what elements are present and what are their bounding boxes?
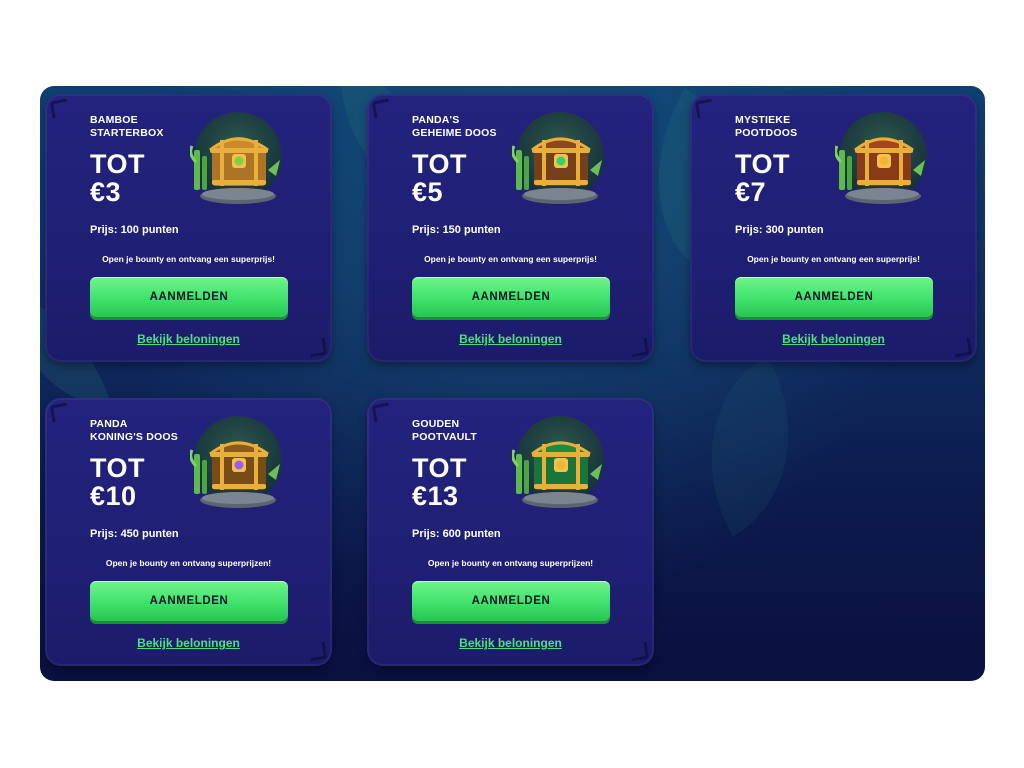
price-label: Prijs: 150 punten [412,224,501,236]
prize-amount: €13 [412,481,459,511]
box-title-line1: PANDA [90,418,128,430]
prize-value: TOT €7 [735,150,790,206]
prize-prefix: TOT [412,453,467,483]
prize-amount: €3 [90,177,122,207]
tagline: Open je bounty en ontvang een superprijs… [102,254,275,264]
jade-chest-icon [512,414,608,510]
box-title-line1: GOUDEN [412,418,460,430]
box-title: MYSTIEKE POOTDOOS [735,114,845,140]
view-rewards-link[interactable]: Bekijk beloningen [45,332,332,346]
view-rewards-link[interactable]: Bekijk beloningen [367,332,654,346]
background-leaf [663,355,837,537]
royal-chest-icon [190,414,286,510]
tagline: Open je bounty en ontvang superprijzen! [105,558,272,568]
box-title: PANDA'S GEHEIME DOOS [412,114,522,140]
box-title: GOUDEN POOTVAULT [412,418,522,444]
box-title-line2: STARTERBOX [90,127,164,139]
box-title-line2: KONING'S DOOS [90,431,178,443]
box-title-line2: GEHEIME DOOS [412,127,497,139]
box-title-line1: MYSTIEKE [735,114,791,126]
tagline: Open je bounty en ontvang superprijzen! [427,558,594,568]
prize-value: TOT €5 [412,150,467,206]
box-title-line1: PANDA'S [412,114,460,126]
prize-amount: €7 [735,177,767,207]
box-title-line2: POOTDOOS [735,127,798,139]
view-rewards-link[interactable]: Bekijk beloningen [45,636,332,650]
aanmelden-button[interactable]: AANMELDEN [412,277,610,317]
bounty-card-gouden-pootvault: GOUDEN POOTVAULT TOT €13 Prijs: 600 punt… [367,398,654,666]
wooden-chest-icon [190,110,286,206]
box-title-line2: POOTVAULT [412,431,477,443]
view-rewards-link[interactable]: Bekijk beloningen [690,332,977,346]
prize-value: TOT €10 [90,454,145,510]
tagline: Open je bounty en ontvang een superprijs… [424,254,597,264]
box-title: PANDA KONING'S DOOS [90,418,200,444]
prize-prefix: TOT [90,453,145,483]
aanmelden-button[interactable]: AANMELDEN [90,581,288,621]
bounty-card-panda-konings-doos: PANDA KONING'S DOOS TOT €10 Prijs: 450 p… [45,398,332,666]
prize-amount: €5 [412,177,444,207]
prize-prefix: TOT [90,149,145,179]
prize-amount: €10 [90,481,137,511]
bounty-card-bamboe-starterbox: BAMBOE STARTERBOX TOT €3 Prijs: 100 punt… [45,94,332,362]
price-label: Prijs: 300 punten [735,224,824,236]
box-title: BAMBOE STARTERBOX [90,114,200,140]
mystic-chest-icon [835,110,931,206]
aanmelden-button[interactable]: AANMELDEN [412,581,610,621]
view-rewards-link[interactable]: Bekijk beloningen [367,636,654,650]
bounty-card-mystieke-pootdoos: MYSTIEKE POOTDOOS TOT €7 Prijs: 300 punt… [690,94,977,362]
box-title-line1: BAMBOE [90,114,138,126]
bounty-card-pandas-geheime-doos: PANDA'S GEHEIME DOOS TOT €5 Prijs: 150 p… [367,94,654,362]
price-label: Prijs: 100 punten [90,224,179,236]
price-label: Prijs: 600 punten [412,528,501,540]
prize-value: TOT €3 [90,150,145,206]
aanmelden-button[interactable]: AANMELDEN [90,277,288,317]
tagline: Open je bounty en ontvang een superprijs… [747,254,920,264]
prize-prefix: TOT [412,149,467,179]
prize-value: TOT €13 [412,454,467,510]
price-label: Prijs: 450 punten [90,528,179,540]
aanmelden-button[interactable]: AANMELDEN [735,277,933,317]
bounty-panel: BAMBOE STARTERBOX TOT €3 Prijs: 100 punt… [40,86,985,681]
prize-prefix: TOT [735,149,790,179]
emerald-chest-icon [512,110,608,206]
